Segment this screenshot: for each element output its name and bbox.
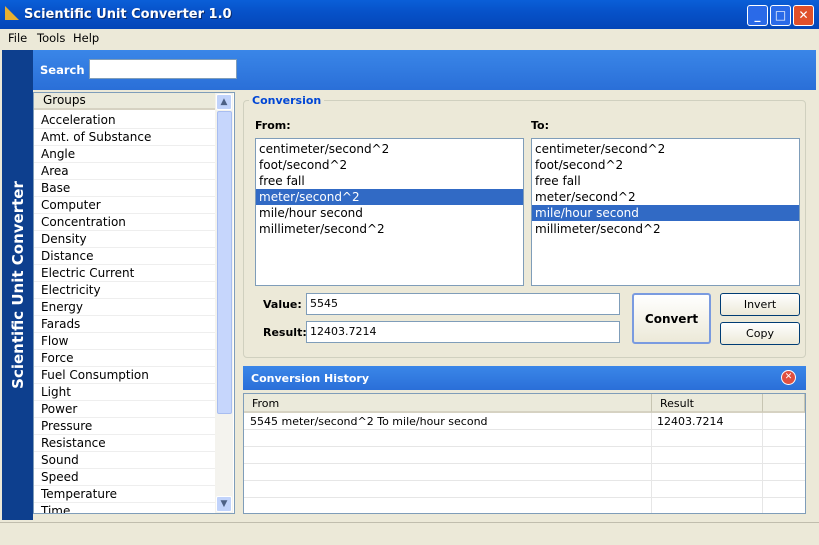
value-input[interactable]: 5545 — [306, 293, 620, 315]
group-item[interactable]: Base — [34, 180, 215, 197]
conversion-panel: Conversion From: To: centimeter/second^2… — [243, 94, 806, 358]
menu-bar: File Tools Help — [0, 29, 819, 48]
column-divider — [762, 413, 763, 513]
group-item[interactable]: Electricity — [34, 282, 215, 299]
history-header: Conversion History ✕ — [243, 366, 806, 390]
history-title: Conversion History — [251, 372, 369, 385]
title-bar: Scientific Unit Converter 1.0 _ □ ✕ — [0, 0, 819, 29]
value-label: Value: — [263, 298, 302, 311]
close-history-icon[interactable]: ✕ — [781, 370, 796, 385]
history-row[interactable] — [244, 481, 805, 498]
group-item[interactable]: Density — [34, 231, 215, 248]
result-label: Result: — [263, 326, 307, 339]
scroll-up-icon[interactable]: ▲ — [216, 94, 232, 110]
history-row[interactable] — [244, 430, 805, 447]
scroll-thumb[interactable] — [217, 111, 232, 414]
group-item[interactable]: Power — [34, 401, 215, 418]
groups-list: Groups Acceleration Amt. of Substance Angl… — [33, 92, 235, 514]
group-item[interactable]: Speed — [34, 469, 215, 486]
group-item[interactable]: Fuel Consumption — [34, 367, 215, 384]
group-item[interactable]: Angle — [34, 146, 215, 163]
from-unit-item[interactable]: mile/hour second — [256, 205, 523, 221]
history-row[interactable] — [244, 498, 805, 513]
invert-button[interactable]: Invert — [720, 293, 800, 316]
history-from-cell: 5545 meter/second^2 To mile/hour second — [250, 415, 488, 428]
sidebar-banner: Scientific Unit Converter — [2, 50, 33, 520]
column-header-empty — [763, 394, 805, 413]
history-row[interactable] — [244, 447, 805, 464]
menu-file[interactable]: File — [8, 31, 27, 45]
copy-button[interactable]: Copy — [720, 322, 800, 345]
menu-tools[interactable]: Tools — [37, 31, 65, 45]
group-item[interactable]: Concentration — [34, 214, 215, 231]
from-unit-list[interactable]: centimeter/second^2 foot/second^2 free fal… — [255, 138, 524, 286]
group-item[interactable]: Farads — [34, 316, 215, 333]
from-unit-item[interactable]: free fall — [256, 173, 523, 189]
history-row[interactable]: 5545 meter/second^2 To mile/hour second 1… — [244, 413, 805, 430]
close-button[interactable]: ✕ — [793, 5, 814, 26]
group-item[interactable]: Acceleration — [34, 112, 215, 129]
to-unit-item[interactable]: foot/second^2 — [532, 157, 799, 173]
sidebar-title: Scientific Unit Converter — [8, 181, 27, 389]
group-item[interactable]: Pressure — [34, 418, 215, 435]
minimize-button[interactable]: _ — [747, 5, 768, 26]
to-unit-item[interactable]: millimeter/second^2 — [532, 221, 799, 237]
group-item[interactable]: Energy — [34, 299, 215, 316]
app-ruler-icon — [5, 6, 19, 20]
from-label: From: — [255, 119, 291, 132]
convert-button[interactable]: Convert — [632, 293, 711, 344]
result-field[interactable]: 12403.7214 — [306, 321, 620, 343]
search-bar: Search — [33, 50, 816, 90]
search-input[interactable] — [89, 59, 237, 79]
from-unit-item[interactable]: millimeter/second^2 — [256, 221, 523, 237]
column-header-result[interactable]: Result — [652, 394, 763, 413]
group-item[interactable]: Sound — [34, 452, 215, 469]
group-item[interactable]: Area — [34, 163, 215, 180]
history-table: From Result 5545 meter/second^2 To mile/… — [243, 393, 806, 514]
from-unit-item[interactable]: foot/second^2 — [256, 157, 523, 173]
to-unit-list[interactable]: centimeter/second^2 foot/second^2 free fal… — [531, 138, 800, 286]
search-label: Search — [40, 63, 85, 77]
to-unit-item[interactable]: free fall — [532, 173, 799, 189]
history-result-cell: 12403.7214 — [657, 415, 724, 428]
group-item[interactable]: Force — [34, 350, 215, 367]
conversion-title: Conversion — [249, 94, 325, 107]
scroll-down-icon[interactable]: ▼ — [216, 496, 232, 512]
groups-header[interactable]: Groups — [34, 93, 215, 110]
history-row[interactable] — [244, 464, 805, 481]
to-unit-item[interactable]: centimeter/second^2 — [532, 141, 799, 157]
to-unit-item[interactable]: meter/second^2 — [532, 189, 799, 205]
group-item[interactable]: Flow — [34, 333, 215, 350]
from-unit-item[interactable]: meter/second^2 — [256, 189, 523, 205]
window-title: Scientific Unit Converter 1.0 — [24, 7, 232, 22]
status-bar — [0, 522, 819, 545]
to-unit-item[interactable]: mile/hour second — [532, 205, 799, 221]
groups-scrollbar[interactable]: ▲ ▼ — [215, 93, 233, 513]
group-item[interactable]: Time — [34, 503, 215, 513]
column-divider — [651, 413, 652, 513]
maximize-button[interactable]: □ — [770, 5, 791, 26]
group-item[interactable]: Resistance — [34, 435, 215, 452]
to-label: To: — [531, 119, 549, 132]
from-unit-item[interactable]: centimeter/second^2 — [256, 141, 523, 157]
group-item[interactable]: Distance — [34, 248, 215, 265]
menu-help[interactable]: Help — [73, 31, 99, 45]
group-item[interactable]: Temperature — [34, 486, 215, 503]
group-item[interactable]: Light — [34, 384, 215, 401]
column-header-from[interactable]: From — [244, 394, 652, 413]
group-item[interactable]: Amt. of Substance — [34, 129, 215, 146]
group-item[interactable]: Computer — [34, 197, 215, 214]
group-item[interactable]: Electric Current — [34, 265, 215, 282]
